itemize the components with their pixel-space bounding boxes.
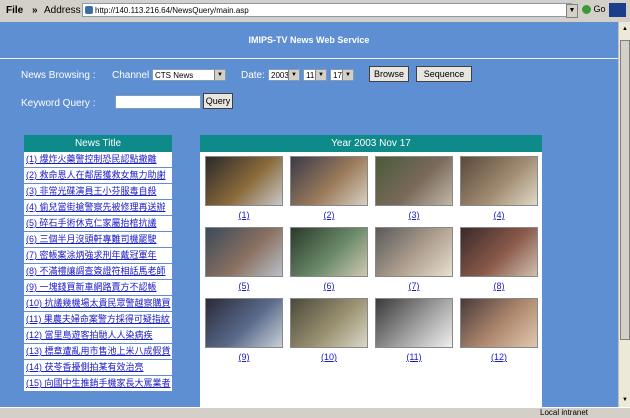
sequence-button[interactable]: Sequence (416, 66, 472, 82)
browse-button[interactable]: Browse (369, 66, 409, 82)
thumbnail-link[interactable]: (5) (205, 281, 283, 291)
vertical-scrollbar[interactable]: ▲ ▼ (618, 22, 630, 407)
video-thumbnail[interactable] (375, 298, 453, 348)
news-title-link[interactable]: (9) 一塊錢買新車網路賣方不認帳 (24, 280, 172, 296)
day-select[interactable]: 17 ▼ (330, 69, 354, 81)
news-thumbnail-cell[interactable]: (1) (205, 156, 283, 224)
video-thumbnail[interactable] (290, 227, 368, 277)
video-thumbnail[interactable] (205, 156, 283, 206)
news-title-link[interactable]: (3) 非常光碟演員王小芬服毒自殺 (24, 184, 172, 200)
toolbar-chevron[interactable]: » (32, 3, 38, 18)
news-list: (1) 爆炸火藥警控制恐民認點撤離 (2) 救命恩人在鄰居獲救女無力助謝 (3) 非… (24, 152, 172, 392)
video-thumbnail[interactable] (205, 298, 283, 348)
news-thumbnail-cell[interactable]: (9) (205, 298, 283, 366)
news-thumbnail-cell[interactable]: (5) (205, 227, 283, 295)
video-thumbnail[interactable] (375, 227, 453, 277)
address-bar[interactable]: http://140.113.216.64/NewsQuery/main.asp (82, 3, 572, 17)
news-title-link[interactable]: (13) 標章遭亂用市售池上米八成假貨 (24, 344, 172, 360)
news-thumbnail-cell[interactable]: (8) (460, 227, 538, 295)
news-title-link[interactable]: (15) 向國中生推銷手機家長大罵業者 (24, 376, 172, 392)
file-menu[interactable]: File (6, 3, 23, 18)
browser-toolbar: File » Address http://140.113.216.64/New… (0, 0, 630, 23)
page-title: IMIPS-TV News Web Service (0, 22, 618, 59)
news-title-link[interactable]: (5) 碎石手術休克仁家屬抬棺抗議 (24, 216, 172, 232)
thumbnail-link[interactable]: (3) (375, 210, 453, 220)
video-thumbnail[interactable] (205, 227, 283, 277)
windows-logo-icon (609, 3, 626, 17)
video-thumbnail[interactable] (460, 227, 538, 277)
news-title-link[interactable]: (8) 不滿禮讓調查簽證符相話馬老師 (24, 264, 172, 280)
channel-select[interactable]: CTS News ▼ (152, 69, 226, 81)
news-title-link[interactable]: (14) 茯苓香擾側拍某有效治亮 (24, 360, 172, 376)
thumbnail-link[interactable]: (7) (375, 281, 453, 291)
browsing-label: News Browsing : (21, 70, 96, 81)
scroll-down-icon[interactable]: ▼ (620, 395, 630, 405)
day-value: 17 (333, 71, 342, 80)
keyword-label: Keyword Query : (21, 98, 96, 109)
news-list-header: News Title (24, 135, 172, 152)
scrollbar-thumb[interactable] (620, 40, 630, 340)
date-label: Date: (241, 70, 265, 81)
query-button[interactable]: Query (203, 93, 233, 109)
keyword-input[interactable] (115, 95, 201, 109)
news-title-link[interactable]: (11) 果農夫婦命案警方採得可疑指紋 (24, 312, 172, 328)
news-thumbnail-cell[interactable]: (10) (290, 298, 368, 366)
thumbnail-link[interactable]: (8) (460, 281, 538, 291)
year-value: 2003 (271, 71, 289, 80)
chevron-down-icon: ▼ (342, 70, 353, 80)
page-icon (85, 6, 93, 14)
thumbnail-grid: (1) (2) (3) (4) (5) (6) (7) (8) (9) (10) (11) (12) (200, 152, 542, 407)
thumbnail-link[interactable]: (9) (205, 352, 283, 362)
go-button[interactable]: Go (582, 4, 606, 15)
thumbnail-link[interactable]: (11) (375, 352, 453, 362)
zone-label: Local intranet (540, 408, 589, 417)
news-title-link[interactable]: (6) 三個半月沒頭軒專難司機罷駛 (24, 232, 172, 248)
news-thumbnail-cell[interactable]: (12) (460, 298, 538, 366)
news-title-link[interactable]: (10) 抗議幾機場太貴民眾警越察購買 (24, 296, 172, 312)
news-title-link[interactable]: (4) 偷兒當街搶警察先被修理再送辦 (24, 200, 172, 216)
video-thumbnail[interactable] (290, 298, 368, 348)
month-value: 11 (306, 71, 315, 80)
news-title-link[interactable]: (2) 救命恩人在鄰居獲救女無力助謝 (24, 168, 172, 184)
video-thumbnail[interactable] (375, 156, 453, 206)
grid-header: Year 2003 Nov 17 (200, 135, 542, 152)
channel-label: Channel (112, 70, 150, 81)
address-dropdown[interactable]: ▼ (566, 4, 578, 18)
year-select[interactable]: 2003 ▼ (268, 69, 300, 81)
news-thumbnail-cell[interactable]: (2) (290, 156, 368, 224)
news-title-link[interactable]: (7) 密帳案涂炳強求刑年戴冠軍年 (24, 248, 172, 264)
month-select[interactable]: 11 ▼ (303, 69, 327, 81)
address-url: http://140.113.216.64/NewsQuery/main.asp (95, 6, 249, 15)
status-bar: Local intranet (0, 407, 630, 418)
video-thumbnail[interactable] (460, 298, 538, 348)
thumbnail-link[interactable]: (6) (290, 281, 368, 291)
page-content: IMIPS-TV News Web Service News Browsing … (0, 22, 618, 407)
news-thumbnail-cell[interactable]: (4) (460, 156, 538, 224)
channel-value: CTS News (155, 71, 194, 80)
thumbnail-link[interactable]: (12) (460, 352, 538, 362)
thumbnail-link[interactable]: (1) (205, 210, 283, 220)
news-thumbnail-cell[interactable]: (6) (290, 227, 368, 295)
thumbnail-link[interactable]: (4) (460, 210, 538, 220)
go-icon (582, 5, 591, 15)
news-title-link[interactable]: (1) 爆炸火藥警控制恐民認點撤離 (24, 152, 172, 168)
chevron-down-icon: ▼ (214, 70, 225, 80)
thumbnail-link[interactable]: (2) (290, 210, 368, 220)
chevron-down-icon: ▼ (315, 70, 326, 80)
news-thumbnail-cell[interactable]: (7) (375, 227, 453, 295)
go-label: Go (593, 4, 606, 14)
news-thumbnail-cell[interactable]: (11) (375, 298, 453, 366)
news-title-link[interactable]: (12) 當里島遊客拍馳人人染病疾 (24, 328, 172, 344)
scroll-up-icon[interactable]: ▲ (620, 24, 630, 34)
video-thumbnail[interactable] (290, 156, 368, 206)
video-thumbnail[interactable] (460, 156, 538, 206)
address-label: Address (44, 5, 81, 16)
news-thumbnail-cell[interactable]: (3) (375, 156, 453, 224)
chevron-down-icon: ▼ (288, 70, 299, 80)
thumbnail-link[interactable]: (10) (290, 352, 368, 362)
